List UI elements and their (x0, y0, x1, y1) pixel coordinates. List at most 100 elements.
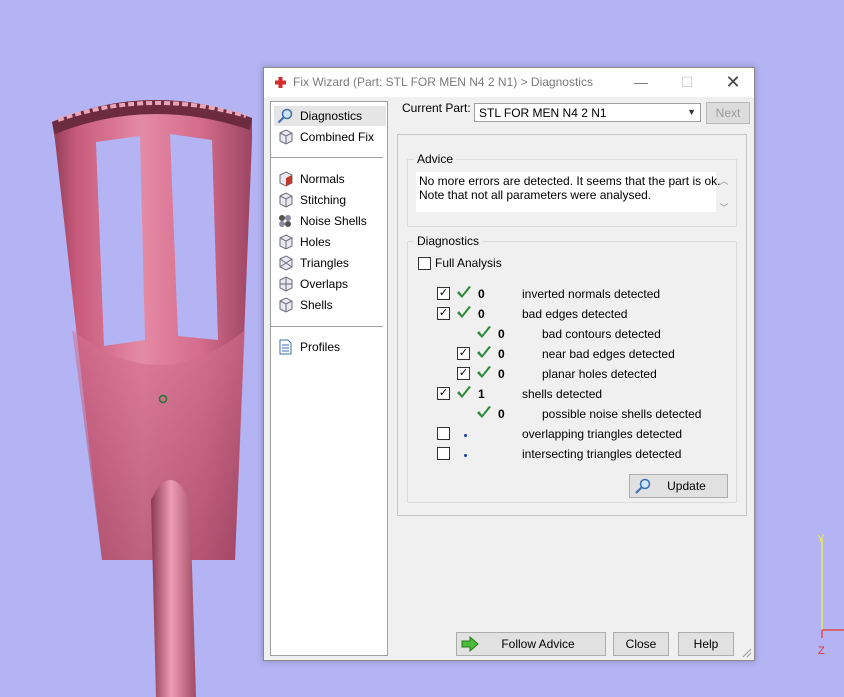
shells-icon (279, 297, 293, 313)
nav-divider (271, 157, 383, 158)
fix-wizard-dialog: Fix Wizard (Part: STL FOR MEN N4 2 N1) >… (263, 67, 755, 661)
maximize-button[interactable]: ☐ (664, 68, 710, 97)
nav-item-noise-shells[interactable]: Noise Shells (274, 211, 386, 231)
diagnostic-label: overlapping triangles detected (522, 427, 683, 441)
red-cross-icon (275, 77, 286, 88)
diagnostic-count: 0 (498, 347, 505, 361)
noise-shells-icon (279, 215, 291, 227)
diagnostic-row: ✓ 1 shells detected (408, 385, 728, 403)
nav-label: Shells (300, 298, 333, 312)
nav-item-shells[interactable]: Shells (274, 295, 386, 315)
next-button[interactable]: Next (706, 102, 750, 124)
full-analysis-checkbox[interactable] (418, 257, 431, 270)
diagnostic-checkbox[interactable]: ✓ (457, 347, 470, 360)
diagnostic-count: 0 (478, 307, 485, 321)
green-check-icon (477, 366, 491, 378)
nav-item-diagnostics[interactable]: Diagnostics (274, 106, 386, 126)
diagnostic-checkbox[interactable] (437, 447, 450, 460)
nav-label: Normals (300, 172, 345, 186)
current-part-select[interactable]: STL FOR MEN N4 2 N1 ▼ (474, 103, 701, 122)
diagnostic-row: ✓ 0 bad edges detected (408, 305, 728, 323)
advice-textbox[interactable]: No more errors are detected. It seems th… (416, 172, 720, 212)
diagnostic-row: overlapping triangles detected (408, 425, 728, 443)
cube-normals-icon (279, 171, 293, 187)
axis-y-label: Y (817, 533, 825, 545)
advice-title: Advice (414, 152, 457, 166)
follow-advice-button[interactable]: Follow Advice (456, 632, 606, 656)
diagnostics-group: Diagnostics Full Analysis ✓ 0 inverted nor… (407, 234, 737, 503)
minimize-button[interactable]: — (618, 68, 664, 97)
diagnostic-row: ✓ 0 planar holes detected (408, 365, 728, 383)
diagnostic-count: 0 (478, 287, 485, 301)
green-check-icon (457, 386, 471, 398)
diagnostic-checkbox[interactable]: ✓ (437, 287, 450, 300)
nav-item-normals[interactable]: Normals (274, 169, 386, 189)
diagnostic-label: possible noise shells detected (542, 407, 702, 421)
current-part-label: Current Part: (402, 101, 471, 115)
diagnostic-row: 0 bad contours detected (408, 325, 728, 343)
diagnostic-label: shells detected (522, 387, 603, 401)
advice-scrollbar[interactable]: ︿ ﹀ (718, 174, 730, 220)
diagnostic-checkbox[interactable]: ✓ (437, 307, 450, 320)
overlaps-icon (279, 276, 293, 292)
axis-z-label: Z (818, 645, 825, 657)
close-button[interactable]: Close (613, 632, 669, 656)
nav-item-triangles[interactable]: Triangles (274, 253, 386, 273)
diagnostic-count: 0 (498, 407, 505, 421)
nav-item-profiles[interactable]: Profiles (274, 337, 386, 357)
nav-item-overlaps[interactable]: Overlaps (274, 274, 386, 294)
green-check-icon (477, 326, 491, 338)
resize-grip-icon[interactable] (742, 648, 752, 658)
nav-item-stitching[interactable]: Stitching (274, 190, 386, 210)
nav-divider (271, 326, 383, 327)
arrow-right-icon (461, 636, 479, 652)
nav-label: Diagnostics (300, 109, 363, 123)
wizard-nav: Diagnostics Combined Fix Normals Stitchi… (270, 101, 388, 656)
update-button[interactable]: Update (629, 474, 728, 498)
diagnostic-checkbox[interactable]: ✓ (457, 367, 470, 380)
diagnostic-row: intersecting triangles detected (408, 445, 728, 463)
scroll-down-icon[interactable]: ﹀ (718, 201, 730, 214)
nav-item-holes[interactable]: Holes (274, 232, 386, 252)
cube-holes-icon (279, 234, 293, 250)
green-check-icon (457, 286, 471, 298)
diagnostic-checkbox[interactable]: ✓ (437, 387, 450, 400)
diagnostic-count: 0 (498, 327, 505, 341)
diagnostic-row: ✓ 0 inverted normals detected (408, 285, 728, 303)
green-check-icon (457, 306, 471, 318)
document-icon (279, 339, 292, 355)
diagnostic-label: inverted normals detected (522, 287, 661, 301)
full-analysis-label: Full Analysis (435, 256, 502, 270)
close-window-button[interactable]: ✕ (710, 68, 756, 97)
title-bar[interactable]: Fix Wizard (Part: STL FOR MEN N4 2 N1) >… (264, 68, 754, 97)
green-check-icon (477, 346, 491, 358)
axis-gizmo: Y Z (817, 533, 844, 657)
diagnostic-count: 0 (498, 367, 505, 381)
green-check-icon (477, 406, 491, 418)
diagnostic-row: ✓ 0 near bad edges detected (408, 345, 728, 363)
chevron-down-icon: ▼ (687, 107, 696, 117)
nav-label: Overlaps (300, 277, 349, 291)
nav-label: Triangles (300, 256, 349, 270)
pending-dot-icon (464, 454, 467, 457)
diagnostics-panel: Advice No more errors are detected. It s… (397, 134, 747, 516)
nav-label: Holes (300, 235, 331, 249)
diagnostic-label: planar holes detected (542, 367, 657, 381)
nav-item-combined-fix[interactable]: Combined Fix (274, 127, 386, 147)
advice-line-2: Note that not all parameters were analys… (419, 188, 652, 202)
diagnostic-count: 1 (478, 387, 485, 401)
diagnostic-checkbox[interactable] (437, 427, 450, 440)
magnifier-icon (635, 478, 651, 494)
window-title: Fix Wizard (Part: STL FOR MEN N4 2 N1) >… (293, 75, 593, 89)
triangles-icon (279, 255, 293, 271)
scroll-up-icon[interactable]: ︿ (718, 174, 730, 187)
diagnostic-row: 0 possible noise shells detected (408, 405, 728, 423)
diagnostic-label: intersecting triangles detected (522, 447, 682, 461)
advice-line-1: No more errors are detected. It seems th… (419, 174, 721, 188)
nav-label: Stitching (300, 193, 347, 207)
help-button[interactable]: Help (678, 632, 734, 656)
cube-stitching-icon (279, 192, 293, 208)
diagnostic-label: near bad edges detected (542, 347, 675, 361)
nav-label: Noise Shells (300, 214, 367, 228)
magnifier-icon (277, 108, 293, 124)
